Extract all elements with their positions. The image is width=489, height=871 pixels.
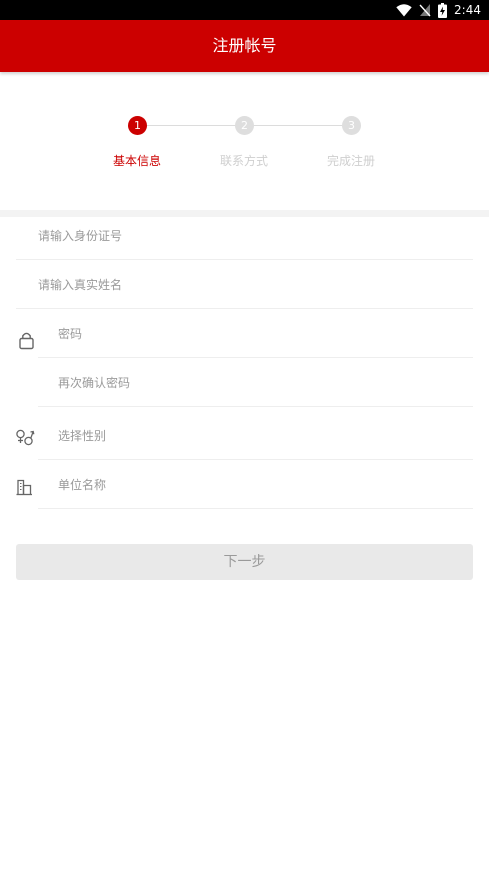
confirm-password-input[interactable] <box>58 359 458 406</box>
no-signal-icon <box>419 4 431 17</box>
confirm-password-field <box>38 359 473 407</box>
field-divider <box>16 308 473 309</box>
field-divider <box>16 259 473 260</box>
id-number-field <box>16 212 473 260</box>
step-1-circle: 1 <box>128 116 147 135</box>
next-step-button[interactable]: 下一步 <box>16 544 473 580</box>
field-divider <box>38 357 473 358</box>
gender-select[interactable] <box>58 412 458 459</box>
step-indicator: 1 2 3 基本信息 联系方式 完成注册 <box>0 112 489 182</box>
field-divider <box>38 459 473 460</box>
step-2-label: 联系方式 <box>219 154 268 168</box>
gender-icon <box>16 429 35 446</box>
page-title: 注册帐号 <box>212 36 277 55</box>
id-number-input[interactable] <box>38 212 458 259</box>
step-3-label: 完成注册 <box>326 154 375 168</box>
app-bar: 注册帐号 <box>0 20 489 72</box>
field-divider <box>38 406 473 407</box>
field-divider <box>38 508 473 509</box>
status-time: 2:44 <box>454 3 481 17</box>
step-1-label: 基本信息 <box>112 154 161 168</box>
password-input[interactable] <box>58 310 458 357</box>
step-connector <box>147 125 235 126</box>
organization-field <box>38 461 473 509</box>
real-name-input[interactable] <box>38 261 458 308</box>
real-name-field <box>16 261 473 309</box>
battery-charging-icon <box>438 2 448 18</box>
wifi-icon <box>396 3 412 17</box>
gender-field[interactable] <box>38 412 473 460</box>
organization-input[interactable] <box>58 461 458 508</box>
step-2-circle: 2 <box>235 116 254 135</box>
building-icon <box>16 479 32 496</box>
step-connector <box>254 125 342 126</box>
step-3-circle: 3 <box>342 116 361 135</box>
status-icons: 2:44 <box>396 2 481 18</box>
password-field <box>38 310 473 358</box>
lock-icon <box>19 332 34 350</box>
status-bar: 2:44 <box>0 0 489 20</box>
